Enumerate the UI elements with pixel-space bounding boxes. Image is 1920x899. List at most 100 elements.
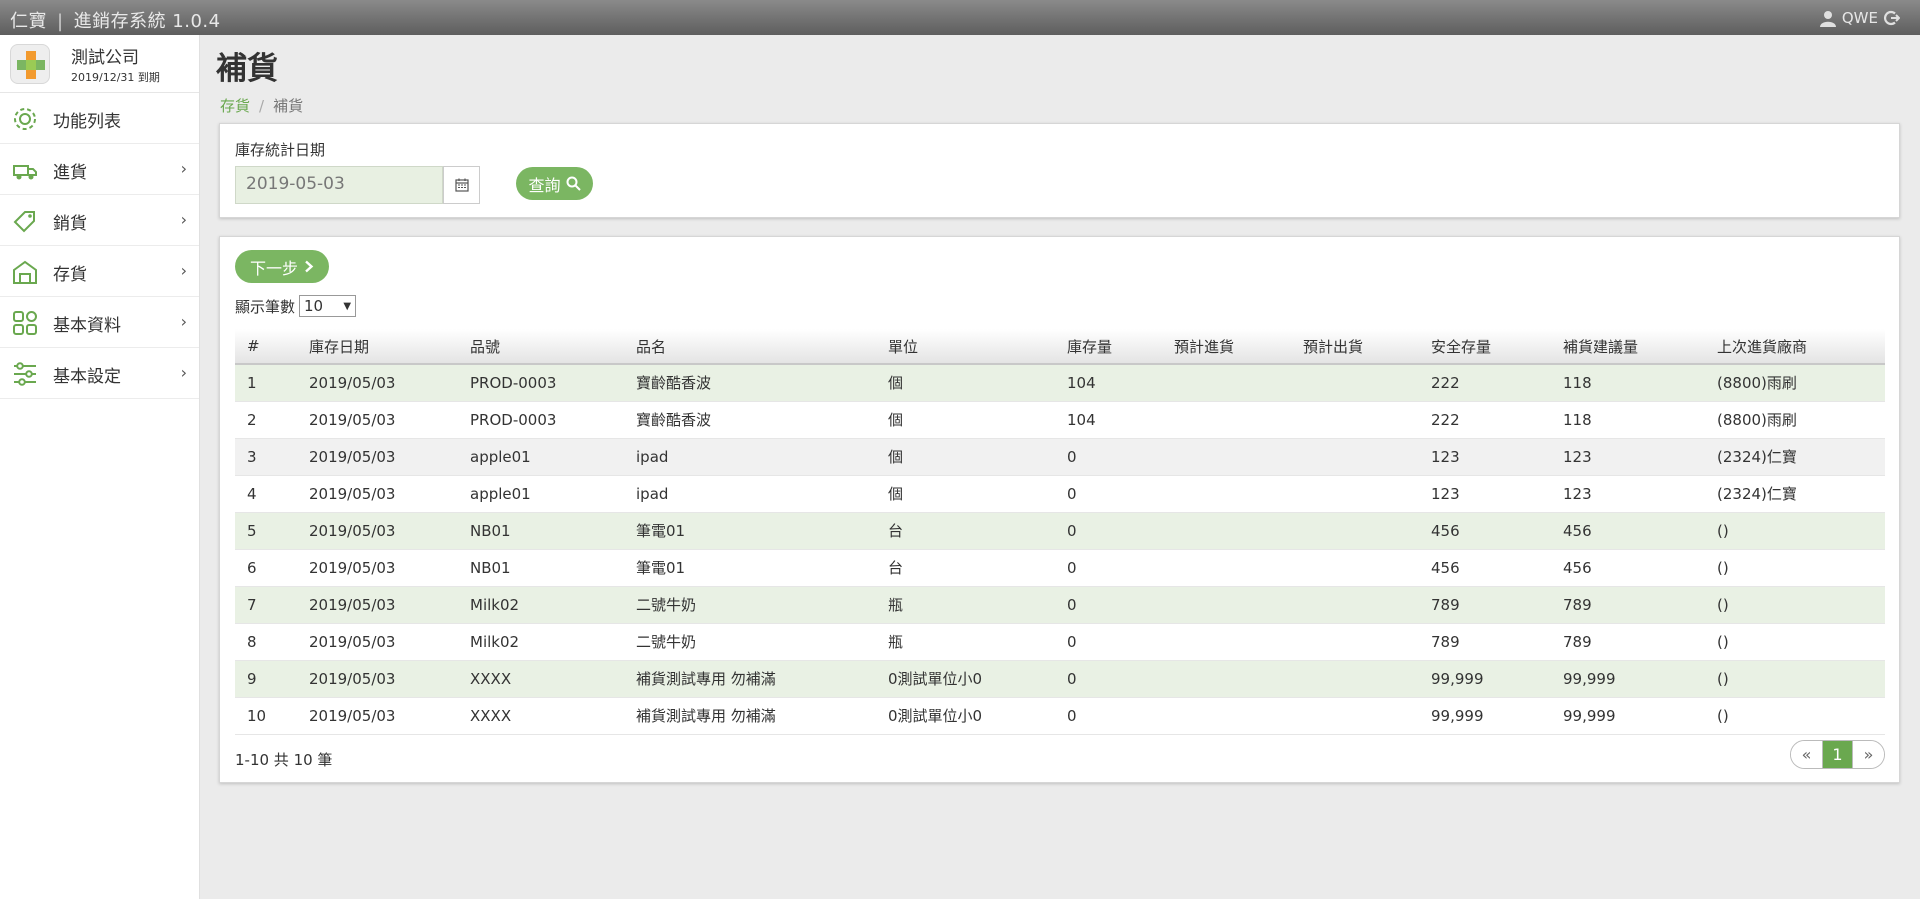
table-row[interactable]: 8 2019/05/03 Milk02 二號牛奶瓶 0 789 789() [235,623,1885,661]
table-row[interactable]: 7 2019/05/03 Milk02 二號牛奶瓶 0 789 789() [235,586,1885,624]
table-cell: 0 [1055,623,1162,661]
table-cell: 台 [876,512,1055,550]
page-number-button[interactable]: 1 [1822,741,1853,768]
table-row[interactable]: 9 2019/05/03 XXXX 補貨測試專用 勿補滿 0測試單位小0 0 99,999 9… [235,660,1885,698]
table-cell: NB01 [458,512,624,550]
table-header-row: # 庫存日期 品號 品名 單位 庫存量 預計進貨 預計出貨 安全存量 補貨建議量… [235,329,1885,365]
logout-icon[interactable] [1884,10,1900,26]
user-icon [1819,10,1836,27]
calendar-icon [454,178,469,192]
warehouse-icon [13,260,37,284]
sidebar-item-label: 存貨 [53,265,87,285]
table-cell: 8 [235,623,297,661]
sidebar: 測試公司 2019/12/31 到期 功能列表 進貨 › 銷貨 › 存貨 › 基… [0,35,200,899]
column-header[interactable]: 庫存日期 [297,329,458,365]
table-cell [1162,660,1291,698]
query-button[interactable]: 查詢 [516,167,593,200]
sidebar-item-sales[interactable]: 銷貨 › [0,195,199,246]
table-cell: 118 [1551,364,1705,402]
user-menu[interactable]: QWE [1819,9,1900,27]
table-cell: 7 [235,586,297,624]
table-cell: 4 [235,475,297,513]
date-label: 庫存統計日期 [235,141,326,159]
table-row[interactable]: 10 2019/05/03 XXXX 補貨測試專用 勿補滿 0測試單位小0 0 99,999… [235,697,1885,735]
table-cell: 123 [1551,475,1705,513]
table-cell: 1 [235,364,297,402]
table-row[interactable]: 4 2019/05/03 apple01 ipad 個 0 123 123 (2324)仁寶 [235,475,1885,513]
sidebar-item-master-data[interactable]: 基本資料 › [0,297,199,348]
chevron-right-icon: › [180,261,187,280]
table-cell: apple01 [458,475,624,513]
search-icon [566,176,581,191]
table-row[interactable]: 1 2019/05/03 PROD-0003 寶齡酷香波個 104 222 118 (8800… [235,364,1885,402]
table-row[interactable]: 6 2019/05/03 NB01 筆電01 台 0 456 456() [235,549,1885,587]
column-header[interactable]: # [235,329,297,365]
tag-icon [13,211,35,233]
column-header[interactable]: 品名 [624,329,876,365]
table-cell [1291,512,1419,550]
table-cell: 0 [1055,512,1162,550]
sidebar-item-label: 基本資料 [53,316,121,336]
table-cell: 3 [235,438,297,476]
table-cell: 456 [1551,512,1705,550]
table-cell: 2019/05/03 [297,475,458,513]
results-panel: 下一步 顯示筆數 10 ▼ # 庫存日期 品號 品名 單位 庫存量 預計進貨 預… [219,236,1900,783]
table-cell: 二號牛奶 [624,623,876,661]
chevron-right-icon: › [180,363,187,382]
table-cell: 0 [1055,697,1162,735]
column-header[interactable]: 預計出貨 [1291,329,1419,365]
page-size-select[interactable]: 10 ▼ [299,295,357,317]
table-cell: 104 [1055,364,1162,402]
table-cell: 0 [1055,475,1162,513]
table-cell: 104 [1055,401,1162,439]
app-name: 進銷存系統 1.0.4 [73,11,221,32]
table-row[interactable]: 5 2019/05/03 NB01 筆電01 台 0 456 456() [235,512,1885,550]
table-cell: (2324)仁寶 [1705,475,1885,513]
chevron-right-icon: › [180,210,187,229]
calendar-button[interactable] [443,166,480,204]
gear-icon [14,108,36,130]
app-brand: 仁寶 | 進銷存系統 1.0.4 [10,7,221,33]
table-cell [1162,697,1291,735]
next-page-button[interactable]: » [1853,741,1884,768]
table-cell: 台 [876,549,1055,587]
table-cell: 123 [1551,438,1705,476]
table-cell: () [1705,697,1885,735]
sidebar-item-function-list[interactable]: 功能列表 [0,93,199,144]
table-cell: 99,999 [1551,697,1705,735]
table-row[interactable]: 3 2019/05/03 apple01 ipad 個 0 123 123 (2324)仁寶 [235,438,1885,476]
sidebar-item-purchase[interactable]: 進貨 › [0,144,199,195]
table-cell: 補貨測試專用 勿補滿 [624,697,876,735]
table-cell [1162,512,1291,550]
column-header[interactable]: 安全存量 [1419,329,1551,365]
column-header[interactable]: 單位 [876,329,1055,365]
table-row[interactable]: 2 2019/05/03 PROD-0003 寶齡酷香波個 104 222 118 (8800… [235,401,1885,439]
column-header[interactable]: 庫存量 [1055,329,1162,365]
column-header[interactable]: 補貨建議量 [1551,329,1705,365]
column-header[interactable]: 上次進貨廠商 [1705,329,1885,365]
table-cell: 9 [235,660,297,698]
date-input[interactable]: 2019-05-03 [235,166,443,204]
next-step-button[interactable]: 下一步 [235,250,329,283]
table-cell: ipad [624,438,876,476]
column-header[interactable]: 預計進貨 [1162,329,1291,365]
query-button-label: 查詢 [528,175,561,195]
table-body: 1 2019/05/03 PROD-0003 寶齡酷香波個 104 222 118 (8800… [235,364,1885,735]
sidebar-item-inventory[interactable]: 存貨 › [0,246,199,297]
table-cell: 筆電01 [624,549,876,587]
breadcrumb-link-inventory[interactable]: 存貨 [220,97,250,115]
table-cell: 118 [1551,401,1705,439]
table-cell: 0 [1055,586,1162,624]
table-cell [1291,401,1419,439]
table-cell: 2019/05/03 [297,438,458,476]
table-cell [1291,475,1419,513]
table-cell: 個 [876,364,1055,402]
table-cell [1162,364,1291,402]
chevron-right-icon: › [180,159,187,178]
prev-page-button[interactable]: « [1791,741,1822,768]
table-cell: 2019/05/03 [297,623,458,661]
column-header[interactable]: 品號 [458,329,624,365]
company-logo [10,44,50,84]
sidebar-item-settings[interactable]: 基本設定 › [0,348,199,399]
table-cell: 個 [876,401,1055,439]
